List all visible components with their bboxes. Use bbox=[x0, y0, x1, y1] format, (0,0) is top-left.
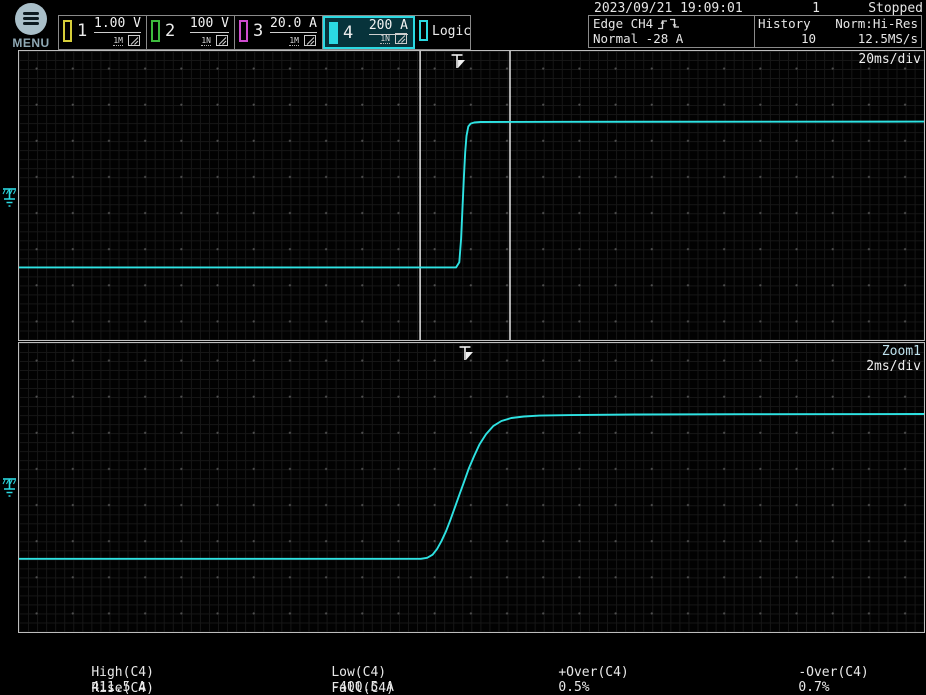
channel-color-tab bbox=[151, 20, 160, 42]
ground-marker-icon[interactable] bbox=[1, 184, 18, 210]
measurement-label: Rise(C4) bbox=[91, 681, 159, 695]
measurement-value: 0.7% bbox=[798, 680, 829, 695]
trigger-position-marker[interactable] bbox=[459, 347, 473, 360]
sample-rate: 12.5MS/s bbox=[816, 31, 918, 46]
zoom-timebase-label: 2ms/div bbox=[866, 359, 921, 374]
zoom-window-title: Zoom1 bbox=[882, 344, 921, 359]
channel-number: 1 bbox=[77, 21, 87, 41]
acquisition-count: 1 bbox=[778, 1, 820, 16]
measurement-value: 0.5% bbox=[558, 680, 589, 695]
hamburger-icon bbox=[15, 3, 47, 35]
channel-coupling-label: 1N bbox=[380, 34, 390, 44]
channel-coupling-label: 1M bbox=[289, 36, 299, 46]
acq-mode: Norm:Hi-Res bbox=[835, 16, 918, 31]
menu-button[interactable]: MENU bbox=[11, 1, 59, 51]
channel-color-tab bbox=[239, 20, 248, 42]
channel-coupling-label: 1M bbox=[113, 36, 123, 46]
channel-number: 3 bbox=[253, 21, 263, 41]
logic-color-tab bbox=[419, 20, 428, 41]
history-value: 10 bbox=[758, 31, 816, 46]
measurement-item: Fall(C4) ***** bbox=[300, 666, 395, 695]
history-label: History bbox=[758, 16, 811, 31]
trigger-mode-level: Normal -28 A bbox=[593, 31, 754, 46]
channel-scale-value: 20.0 A bbox=[270, 16, 317, 33]
trigger-settings: Edge CH4 Normal -28 A bbox=[589, 16, 755, 47]
acquisition-settings: History Norm:Hi-Res 10 12.5MS/s bbox=[755, 16, 921, 47]
datetime: 2023/09/21 19:09:01 bbox=[594, 1, 743, 16]
oscilloscope-screen: MENU 1 1.00 V 1M 2 100 V 1N 3 20.0 A 1M … bbox=[0, 0, 926, 695]
ground-marker-icon[interactable] bbox=[1, 474, 18, 500]
channel-coupling-label: 1N bbox=[201, 36, 211, 46]
trigger-info-box[interactable]: Edge CH4 Normal -28 A History Norm:Hi-Re… bbox=[588, 15, 922, 48]
probe-icon bbox=[128, 35, 140, 46]
probe-icon bbox=[304, 35, 316, 46]
channel-color-tab bbox=[329, 22, 338, 44]
run-status: Stopped bbox=[868, 1, 923, 16]
channel-scale-value: 1.00 V bbox=[94, 16, 141, 33]
probe-icon bbox=[216, 35, 228, 46]
channel-box-4[interactable]: 4 200 A 1N bbox=[323, 16, 415, 49]
zoom-waveform-plot bbox=[19, 343, 924, 632]
trigger-slope-icon bbox=[657, 18, 681, 30]
waveform-trace-ch4 bbox=[19, 414, 924, 559]
channel-scale-value: 100 V bbox=[190, 16, 229, 33]
measurements-row-2: Rise(C4) 1.62672ms Fall(C4) ***** bbox=[0, 666, 926, 682]
measurement-label: Fall(C4) bbox=[331, 681, 395, 695]
measurements-row-1: High(C4) 411.5 A Low(C4) -400.5 A +Over(… bbox=[0, 650, 926, 666]
channel-box-1[interactable]: 1 1.00 V 1M bbox=[59, 16, 147, 49]
channel-number: 2 bbox=[165, 21, 175, 41]
logic-label: Logic bbox=[432, 24, 471, 39]
logic-box[interactable]: Logic bbox=[415, 16, 470, 49]
channel-number: 4 bbox=[343, 23, 353, 43]
channel-box-2[interactable]: 2 100 V 1N bbox=[147, 16, 235, 49]
channel-box-3[interactable]: 3 20.0 A 1M bbox=[235, 16, 323, 49]
channel-color-tab bbox=[63, 20, 72, 42]
main-waveform-plot bbox=[19, 51, 924, 340]
trigger-position-marker[interactable] bbox=[452, 55, 466, 68]
waveform-trace-ch4 bbox=[19, 122, 924, 268]
channel-strip: 1 1.00 V 1M 2 100 V 1N 3 20.0 A 1M 4 200… bbox=[58, 15, 471, 50]
probe-icon bbox=[395, 33, 407, 44]
menu-label: MENU bbox=[7, 36, 55, 50]
trigger-type: Edge CH4 bbox=[593, 16, 653, 31]
measurement-item: Rise(C4) 1.62672ms bbox=[60, 666, 162, 695]
main-timebase-label: 20ms/div bbox=[858, 52, 921, 67]
zoom-waveform-window[interactable]: Zoom1 2ms/div bbox=[18, 342, 925, 633]
main-waveform-window[interactable]: 20ms/div bbox=[18, 50, 925, 341]
